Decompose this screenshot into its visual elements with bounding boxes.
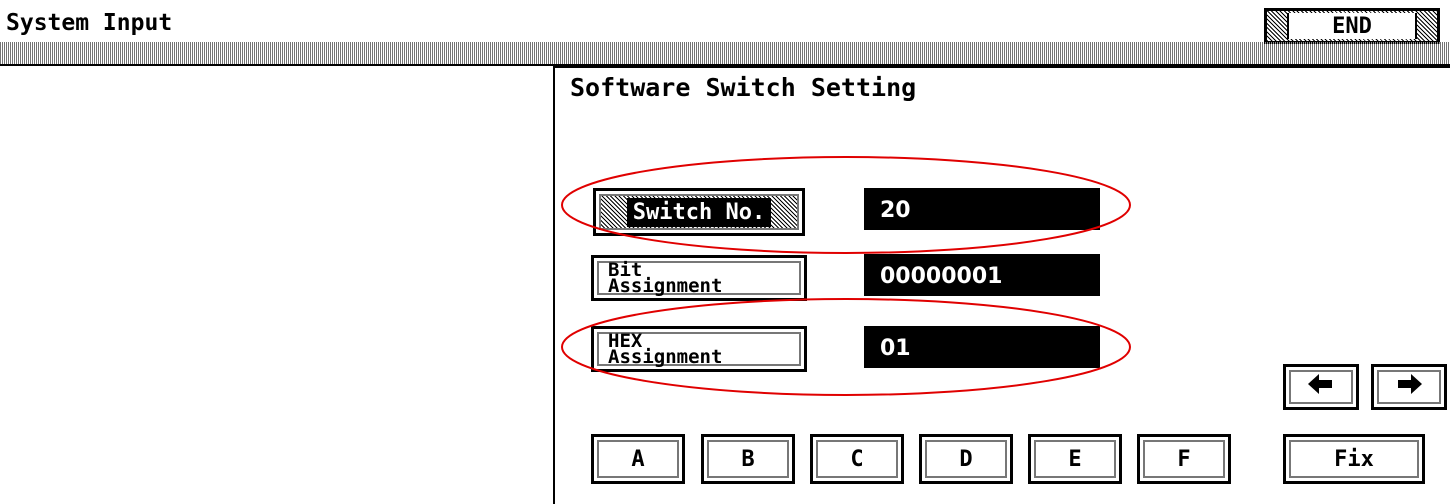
bit-assignment-value: 00000001 — [864, 254, 1100, 296]
title-bar-pattern — [0, 42, 1450, 64]
prev-button[interactable] — [1283, 364, 1359, 410]
hex-key-a-button[interactable]: A — [591, 434, 685, 484]
hex-key-c-button[interactable]: C — [810, 434, 904, 484]
hex-key-d-button[interactable]: D — [919, 434, 1013, 484]
hex-assignment-label-line2: Assignment — [608, 346, 723, 368]
bit-assignment-button[interactable]: Bit Assignment — [591, 255, 807, 301]
hex-key-f-button[interactable]: F — [1137, 434, 1231, 484]
switch-no-button[interactable]: Switch No. — [593, 188, 805, 236]
switch-no-label: Switch No. — [626, 197, 772, 227]
next-button[interactable] — [1371, 364, 1447, 410]
hex-key-b-button[interactable]: B — [701, 434, 795, 484]
panel-title: Software Switch Setting — [570, 73, 917, 102]
arrow-left-icon — [1308, 374, 1334, 400]
hex-assignment-value: 01 — [864, 326, 1100, 368]
bit-assignment-label-line2: Assignment — [608, 275, 723, 297]
fix-button[interactable]: Fix — [1283, 434, 1425, 484]
arrow-right-icon — [1396, 374, 1422, 400]
switch-no-value: 20 — [864, 188, 1100, 230]
end-button-label: END — [1287, 13, 1417, 39]
page-title: System Input — [6, 10, 173, 36]
end-button[interactable]: END — [1264, 8, 1440, 44]
hex-assignment-button[interactable]: HEX Assignment — [591, 326, 807, 372]
hex-key-e-button[interactable]: E — [1028, 434, 1122, 484]
